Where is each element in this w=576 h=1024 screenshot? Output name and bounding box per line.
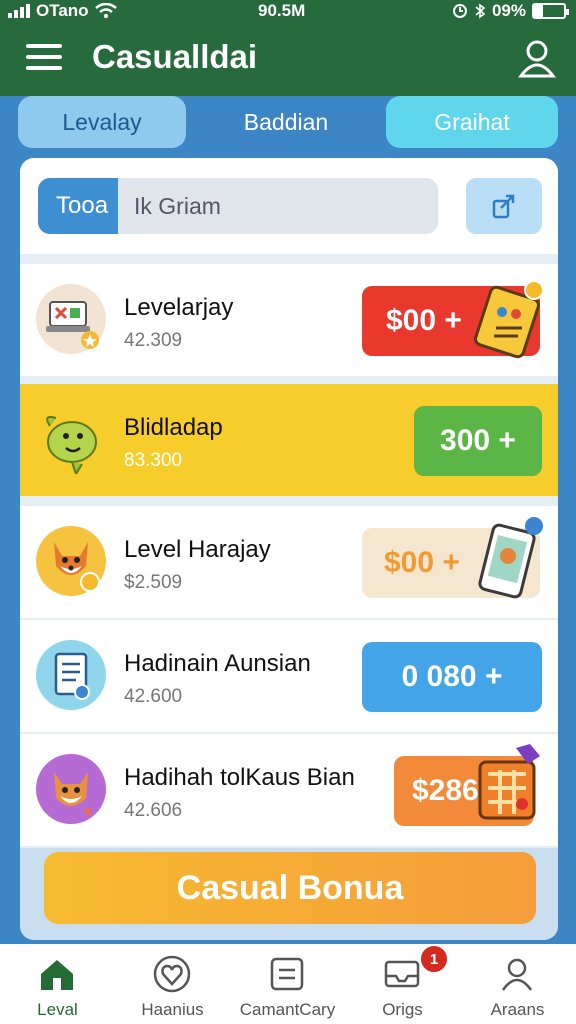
search-row: Tooa Ik Griam (20, 158, 558, 254)
item-value: $2.509 (124, 572, 183, 593)
battery-icon (532, 3, 569, 19)
price-label: 0 080 + (401, 660, 503, 693)
share-button[interactable] (466, 178, 542, 234)
menu-icon[interactable] (26, 44, 62, 74)
search-placeholder: Ik Griam (134, 192, 221, 219)
list-item[interactable]: Hadinain Aunsian 42.600 0 080 + (20, 620, 558, 732)
item-value: 42.309 (124, 330, 183, 351)
list-item[interactable]: Blidladap 83.300 300 + (20, 384, 558, 496)
home-icon (41, 960, 73, 990)
content-card: Tooa Ik Griam Levelarjay 42.309 $00 + Bl… (20, 158, 558, 940)
search-filter-pill[interactable]: Tooa (38, 178, 118, 234)
bonus-area: Casual Bonua (20, 848, 558, 940)
search-input[interactable]: Tooa Ik Griam (38, 178, 438, 234)
item-name: Hadinain Aunsian (124, 650, 311, 677)
clock: 90.5M (258, 1, 306, 20)
price-label: $00 + (386, 304, 462, 337)
item-name: Levelarjay (124, 294, 234, 321)
nav-item-camantcary[interactable]: CamantCary (230, 944, 345, 1024)
tab-baddian[interactable]: Baddian (196, 96, 376, 148)
phone-prize-icon (478, 517, 543, 599)
app-bar: Casualldai (0, 24, 576, 96)
nav-item-haanius[interactable]: Haanius (115, 944, 230, 1024)
item-name: Blidladap (124, 414, 223, 441)
tab-graihat[interactable]: Graihat (386, 96, 558, 148)
person-icon (501, 958, 533, 991)
treasure-box-icon (478, 744, 540, 820)
item-name: Level Harajay (124, 536, 271, 563)
list-item[interactable]: Levelarjay 42.309 $00 + (20, 264, 558, 376)
nav-item-leval[interactable]: Leval (0, 944, 115, 1024)
share-icon (492, 194, 515, 219)
tab-levalay[interactable]: Levalay (18, 96, 186, 148)
carrier-label: OTano (36, 1, 89, 20)
bluetooth-icon (475, 3, 486, 19)
list-item[interactable]: Level Harajay $2.509 $00 + (20, 506, 558, 618)
nav-label: CamantCary (239, 1000, 336, 1019)
dog-icon (36, 754, 106, 824)
casual-bonus-button[interactable]: Casual Bonua (44, 852, 536, 924)
notebook-icon (36, 640, 106, 710)
nav-item-araans[interactable]: Araans (460, 944, 575, 1024)
nav-label: Haanius (141, 1000, 204, 1019)
bottom-nav: Leval Haanius CamantCary Origs 1 Araans (0, 944, 576, 1024)
nav-label: Araans (490, 1000, 545, 1019)
price-label: 300 + (440, 424, 516, 457)
notification-badge: 1 (419, 944, 449, 974)
battery-percent: 09% (491, 1, 526, 20)
nav-label: Leval (37, 1000, 78, 1019)
gift-card-icon (474, 280, 544, 359)
signal-icon (8, 4, 30, 18)
tab-bar: Levalay Baddian Graihat (0, 96, 576, 152)
profile-icon[interactable] (518, 38, 556, 78)
list-icon (270, 957, 304, 991)
item-name: Hadihah tolKaus Bian (124, 764, 355, 791)
laptop-icon (36, 284, 106, 354)
item-value: 42.600 (124, 686, 183, 707)
app-title: Casualldai (92, 38, 258, 75)
fish-mascot-icon (36, 404, 106, 477)
inbox-icon (384, 960, 420, 988)
item-value: 42.606 (124, 800, 183, 821)
status-bar: OTano 90.5M 09% (0, 0, 576, 24)
alarm-icon (452, 4, 467, 18)
price-button[interactable]: 300 + (414, 406, 542, 476)
fox-icon (36, 526, 106, 596)
price-label: $00 + (384, 546, 460, 579)
item-value: 83.300 (124, 450, 183, 471)
price-button[interactable]: 0 080 + (362, 642, 542, 712)
list-item[interactable]: Hadihah tolKaus Bian 42.606 $286 (20, 734, 558, 846)
price-label: $286 (412, 774, 479, 807)
nav-label: Origs (382, 1000, 423, 1019)
heart-icon (153, 955, 191, 993)
wifi-icon (94, 3, 117, 19)
